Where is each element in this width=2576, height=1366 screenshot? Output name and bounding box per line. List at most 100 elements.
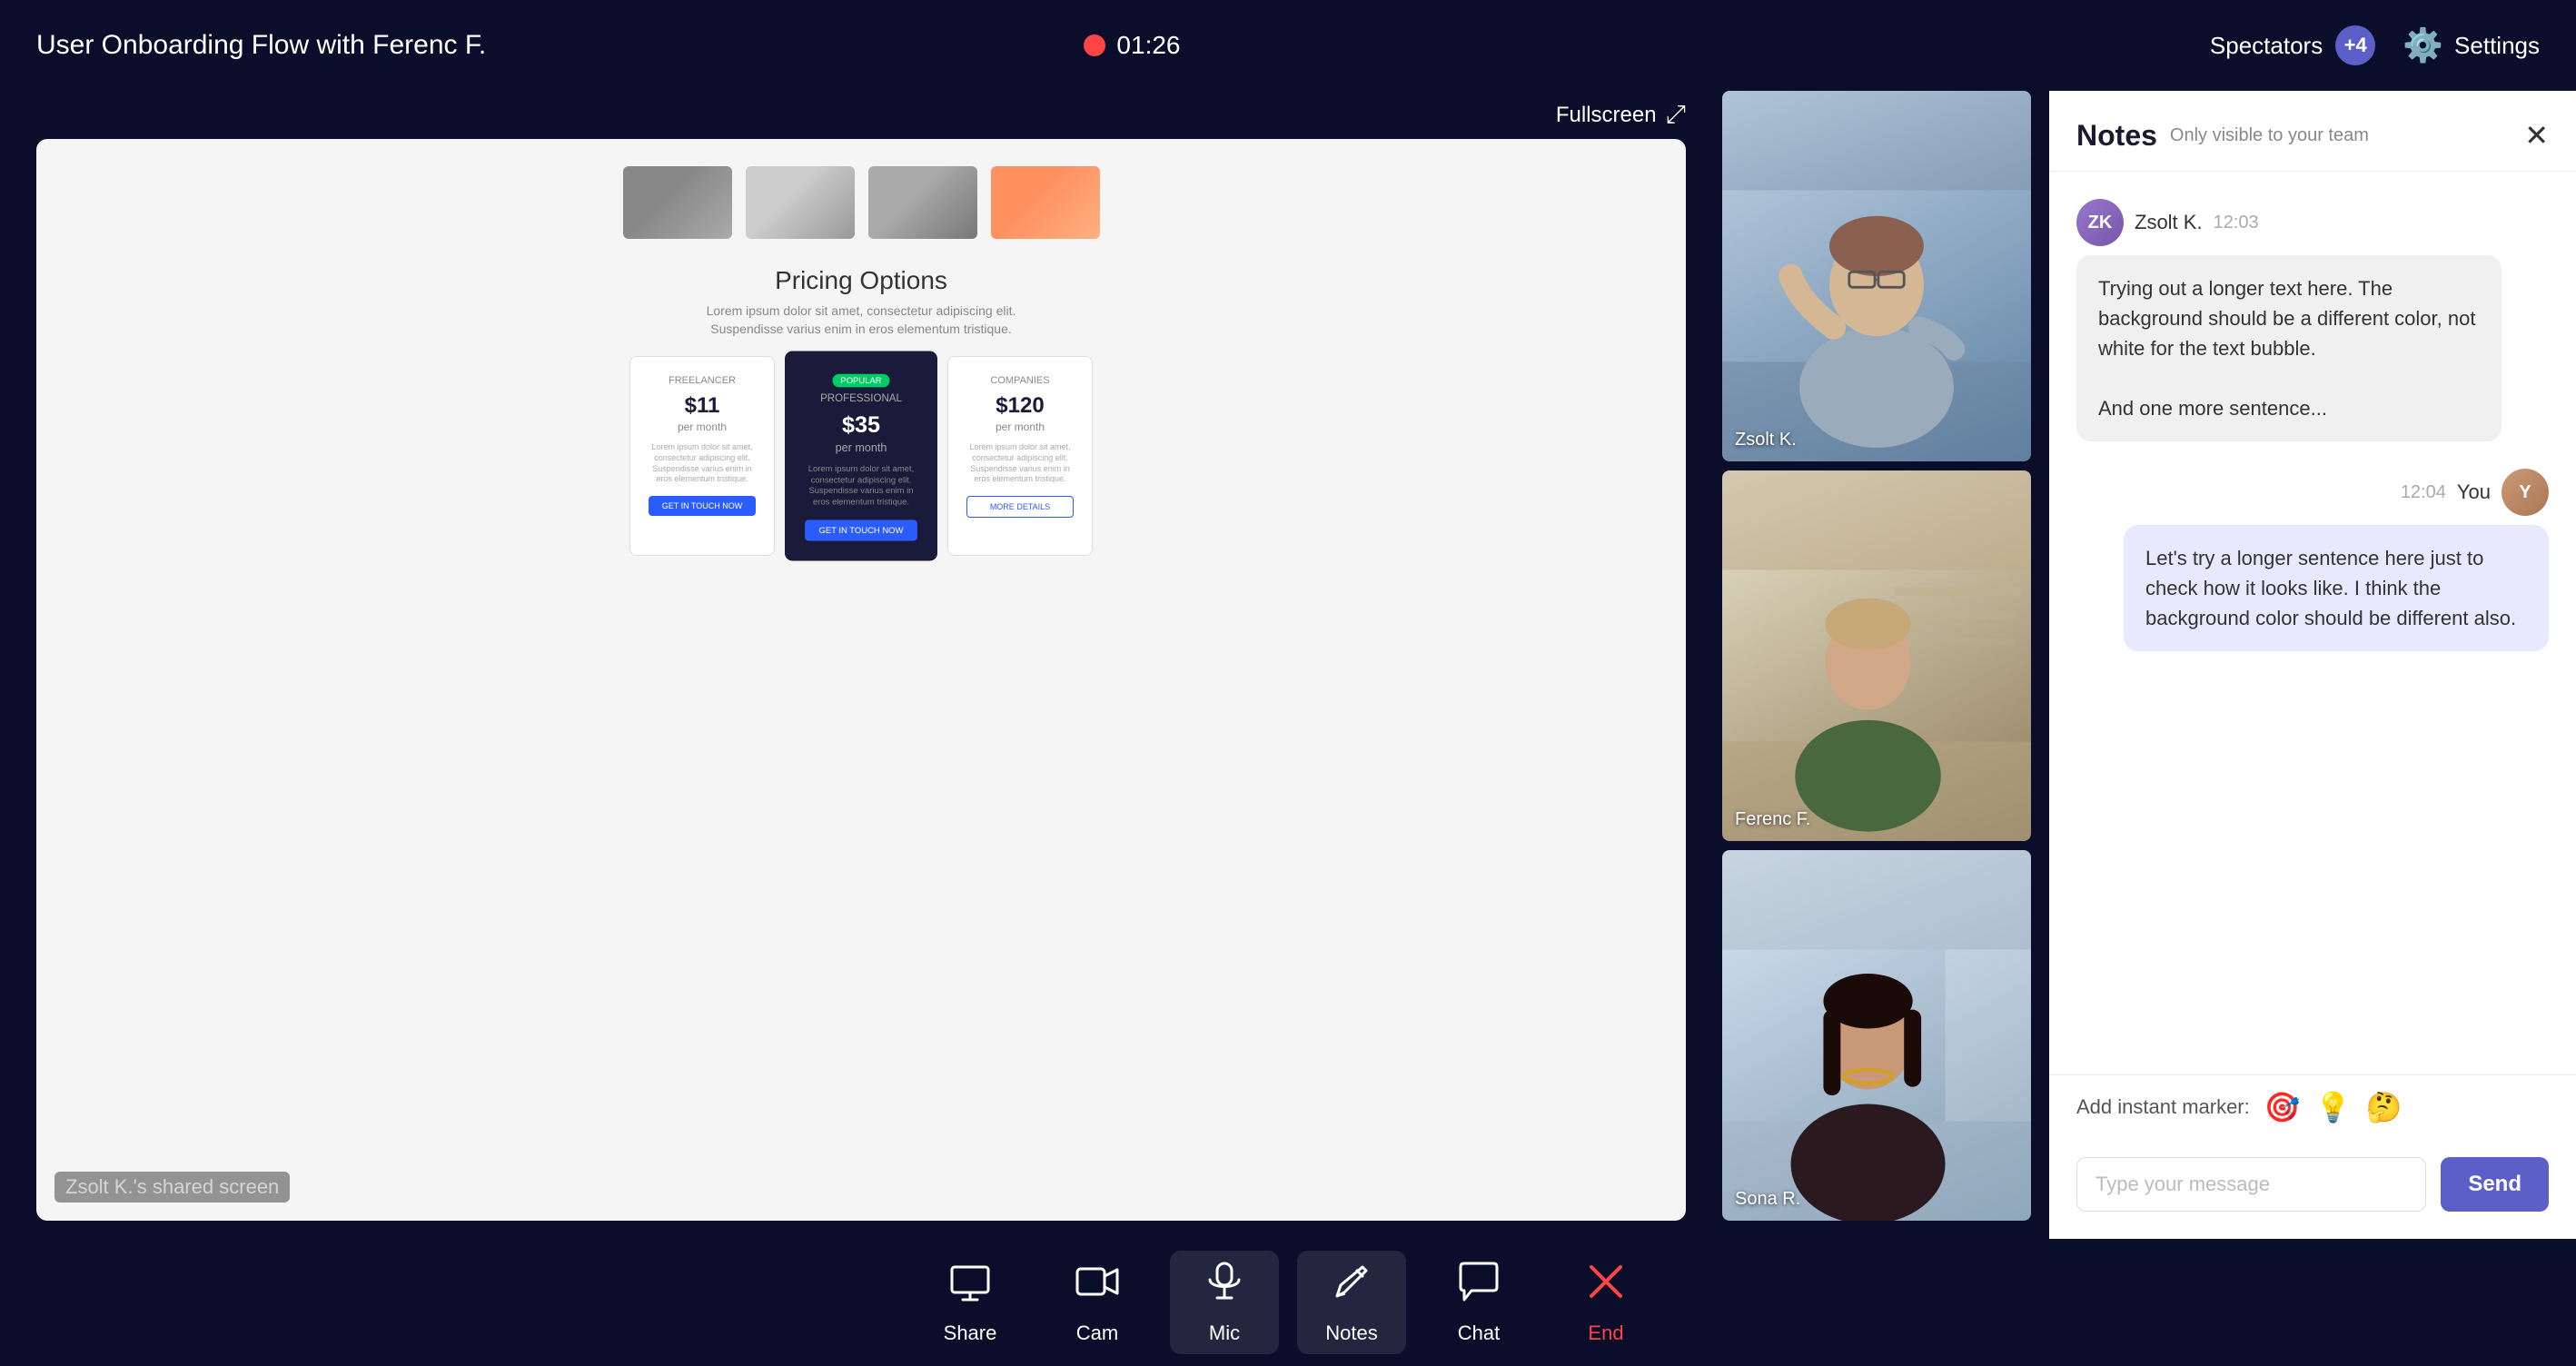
avatar-you: Y: [2502, 469, 2549, 516]
end-button[interactable]: End: [1551, 1251, 1660, 1354]
marker-target[interactable]: 🎯: [2264, 1090, 2301, 1124]
fullscreen-icon: ⤢: [1666, 100, 1686, 130]
spectators-badge: +4: [2335, 25, 2375, 65]
plan-name: FREELANCER: [649, 375, 756, 386]
preview-image-3: [868, 166, 977, 239]
notes-icon: [1330, 1260, 1373, 1314]
fullscreen-button[interactable]: Fullscreen ⤢: [36, 91, 1686, 139]
message-input[interactable]: [2076, 1157, 2426, 1212]
fullscreen-label: Fullscreen: [1556, 103, 1657, 128]
chat-label: Chat: [1458, 1321, 1500, 1345]
shared-screen-label: Zsolt K.'s shared screen: [54, 1172, 290, 1203]
pricing-title: Pricing Options: [64, 266, 1659, 295]
notes-title: Notes: [2076, 119, 2157, 153]
plan-period: per month: [966, 421, 1074, 433]
video-name-zsolt: Zsolt K.: [1735, 430, 1797, 450]
plan-freelancer: FREELANCER $11 per month Lorem ipsum dol…: [629, 356, 775, 556]
notes-subtitle: Only visible to your team: [2170, 125, 2524, 146]
plan-desc: Lorem ipsum dolor sit amet, consectetur …: [805, 464, 917, 509]
message-input-area: Send: [2049, 1139, 2576, 1239]
notes-panel: Notes Only visible to your team ✕ ZK Zso…: [2049, 91, 2576, 1239]
recording-time: 01:26: [1116, 31, 1180, 60]
plan-cta[interactable]: GET IN TOUCH NOW: [649, 496, 756, 516]
plan-name: COMPANIES: [966, 375, 1074, 386]
video-name-sona: Sona R.: [1735, 1189, 1800, 1210]
pricing-cards: FREELANCER $11 per month Lorem ipsum dol…: [64, 356, 1659, 556]
pricing-section: Pricing Options Lorem ipsum dolor sit am…: [64, 266, 1659, 556]
message-meta-zsolt: ZK Zsolt K. 12:03: [2076, 199, 2549, 246]
mic-button[interactable]: Mic: [1170, 1251, 1279, 1354]
main-content: Fullscreen ⤢ Pricing Options Lorem ipsum…: [0, 91, 2576, 1239]
plan-price: $120: [966, 393, 1074, 419]
marker-bulb[interactable]: 💡: [2315, 1090, 2352, 1124]
recording-dot: [1084, 35, 1105, 56]
gear-icon: ⚙️: [2403, 26, 2443, 64]
avatar-initials-you: Y: [2519, 482, 2531, 503]
video-feeds: Zsolt K.: [1722, 91, 2049, 1239]
message-group-you: 12:04 You Y Let's try a longer sentence …: [2076, 469, 2549, 651]
message-group-zsolt: ZK Zsolt K. 12:03 Trying out a longer te…: [2076, 199, 2549, 441]
avatar-zsolt: ZK: [2076, 199, 2124, 246]
plan-desc: Lorem ipsum dolor sit amet, consectetur …: [649, 442, 756, 485]
cam-icon: [1075, 1260, 1119, 1314]
preview-images: [623, 166, 1100, 239]
preview-image-1: [623, 166, 732, 239]
notes-header: Notes Only visible to your team ✕: [2049, 91, 2576, 172]
message-time: 12:03: [2214, 213, 2259, 233]
markers-label: Add instant marker:: [2076, 1095, 2250, 1119]
plan-period: per month: [805, 440, 917, 454]
spectators-button[interactable]: Spectators +4: [2210, 25, 2375, 65]
share-button[interactable]: Share: [916, 1251, 1025, 1354]
pricing-subtitle: Lorem ipsum dolor sit amet, consectetur …: [64, 302, 1659, 338]
spectators-label: Spectators: [2210, 32, 2323, 60]
settings-button[interactable]: ⚙️ Settings: [2403, 26, 2540, 64]
chat-button[interactable]: Chat: [1424, 1251, 1533, 1354]
featured-badge: POPULAR: [833, 374, 889, 388]
notes-button[interactable]: Notes: [1297, 1251, 1406, 1354]
end-label: End: [1588, 1321, 1623, 1345]
preview-image-2: [746, 166, 855, 239]
end-icon: [1584, 1260, 1628, 1314]
message-sender: Zsolt K.: [2135, 211, 2203, 234]
preview-image-4: [991, 166, 1100, 239]
notes-messages: ZK Zsolt K. 12:03 Trying out a longer te…: [2049, 172, 2576, 1074]
mic-icon: [1203, 1260, 1246, 1314]
plan-cta[interactable]: MORE DETAILS: [966, 496, 1074, 518]
share-icon: [948, 1260, 992, 1314]
cam-label: Cam: [1076, 1321, 1118, 1345]
plan-price: $11: [649, 393, 756, 419]
header: User Onboarding Flow with Ferenc F. 01:2…: [0, 0, 2576, 91]
message-right: Let's try a longer sentence here just to…: [2076, 525, 2549, 651]
message-sender-you: You: [2457, 480, 2491, 504]
cam-button[interactable]: Cam: [1043, 1251, 1152, 1354]
mic-label: Mic: [1209, 1321, 1240, 1345]
marker-thinking[interactable]: 🤔: [2365, 1090, 2402, 1124]
notes-close-button[interactable]: ✕: [2524, 118, 2549, 153]
plan-name: PROFESSIONAL: [805, 393, 917, 405]
plan-companies: COMPANIES $120 per month Lorem ipsum dol…: [947, 356, 1093, 556]
send-button[interactable]: Send: [2441, 1157, 2549, 1212]
chat-icon: [1457, 1260, 1501, 1314]
website-preview: Pricing Options Lorem ipsum dolor sit am…: [36, 139, 1686, 1221]
notes-label: Notes: [1325, 1321, 1377, 1345]
video-name-ferenc: Ferenc F.: [1735, 809, 1810, 830]
recording-indicator: 01:26: [1084, 31, 1180, 60]
video-feed-zsolt: Zsolt K.: [1722, 91, 2031, 461]
message-meta-you: 12:04 You Y: [2076, 469, 2549, 516]
message-time-you: 12:04: [2401, 482, 2446, 503]
sona-video-svg: [1722, 850, 2031, 1221]
plan-period: per month: [649, 421, 756, 433]
session-title: User Onboarding Flow with Ferenc F.: [36, 30, 1065, 61]
video-feed-sona: Sona R.: [1722, 850, 2031, 1221]
plan-cta[interactable]: GET IN TOUCH NOW: [805, 520, 917, 540]
video-feed-ferenc: Ferenc F.: [1722, 470, 2031, 841]
video-area: Fullscreen ⤢ Pricing Options Lorem ipsum…: [0, 91, 1722, 1239]
share-label: Share: [944, 1321, 997, 1345]
avatar-initials: ZK: [2088, 213, 2113, 233]
shared-screen: Pricing Options Lorem ipsum dolor sit am…: [36, 139, 1686, 1221]
header-controls: Spectators +4 ⚙️ Settings: [2210, 25, 2540, 65]
plan-professional: POPULAR PROFESSIONAL $35 per month Lorem…: [785, 351, 937, 561]
plan-price: $35: [805, 412, 917, 439]
ferenc-video-svg: [1722, 470, 2031, 841]
message-bubble-zsolt: Trying out a longer text here. The backg…: [2076, 255, 2502, 441]
